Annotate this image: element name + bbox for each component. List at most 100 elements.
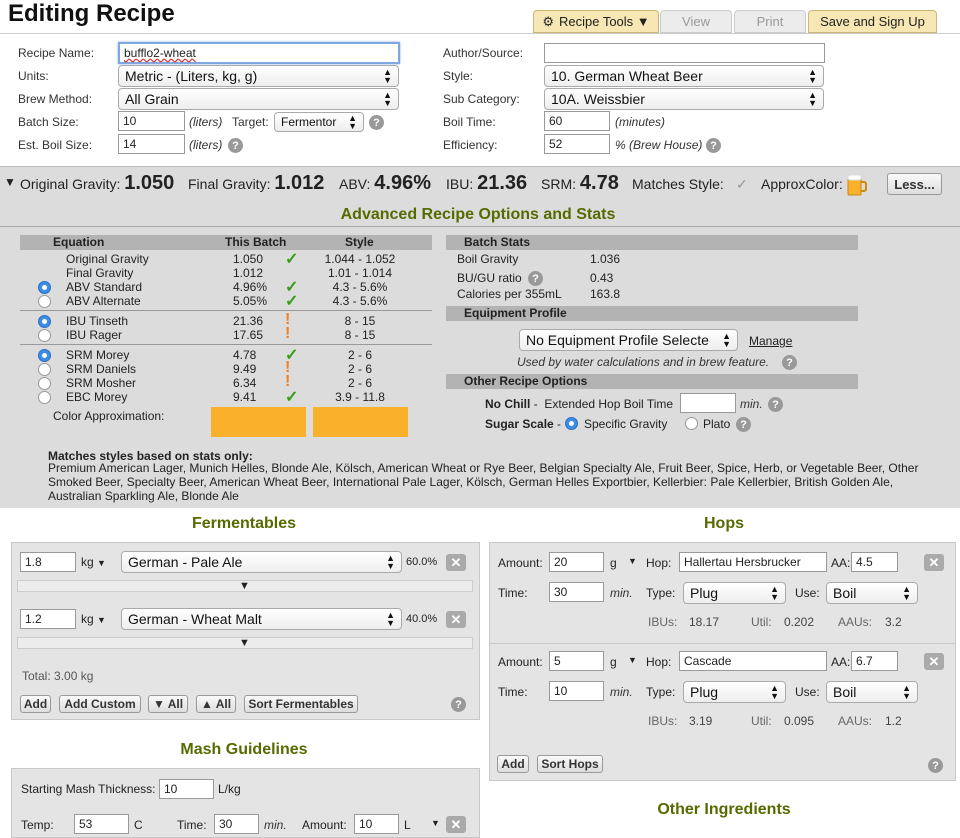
- units-select[interactable]: Metric - (Liters, kg, g) ▲ ▼: [118, 65, 399, 87]
- equation-name: ABV Standard: [66, 280, 143, 294]
- equation-radio[interactable]: [38, 329, 51, 342]
- no-chill-input[interactable]: [680, 393, 736, 413]
- collapse-all-button[interactable]: ▼ All: [148, 695, 188, 713]
- equation-style-range: 4.3 - 5.6%: [332, 294, 388, 308]
- sort-hops-button[interactable]: Sort Hops: [537, 755, 603, 773]
- hop-use-select[interactable]: Boil ▲ ▼: [826, 681, 918, 703]
- hop-unit[interactable]: g: [610, 556, 617, 570]
- equation-radio[interactable]: [38, 391, 51, 404]
- fermentable-select[interactable]: German - Pale Ale ▲ ▼: [121, 551, 402, 573]
- plato-radio[interactable]: [685, 417, 698, 430]
- efficiency-input[interactable]: 52: [544, 134, 610, 154]
- equipment-select[interactable]: No Equipment Profile Selecte ▲ ▼: [519, 329, 738, 351]
- arrow-down-icon[interactable]: ▼: [239, 637, 250, 649]
- add-hop-button[interactable]: Add: [497, 755, 529, 773]
- sort-fermentables-button[interactable]: Sort Fermentables: [244, 695, 358, 713]
- arrow-down-icon[interactable]: ▼: [239, 580, 250, 592]
- recipe-name-input[interactable]: bufflo2-wheat: [118, 42, 400, 64]
- equation-radio[interactable]: [38, 377, 51, 390]
- plato-option-label: Plato: [703, 417, 731, 431]
- hop-name-input[interactable]: Hallertau Hersbrucker: [679, 552, 827, 572]
- boil-time-input[interactable]: 60: [544, 111, 610, 131]
- fermentable-unit[interactable]: kg ▼: [81, 555, 106, 569]
- mash-temp-input[interactable]: 53: [74, 814, 129, 834]
- view-tab[interactable]: View: [660, 10, 732, 33]
- help-icon[interactable]: ?: [736, 417, 751, 432]
- target-select[interactable]: Fermentor ▲ ▼: [274, 112, 364, 132]
- fermentable-unit[interactable]: kg ▼: [81, 612, 106, 626]
- hop-type-select[interactable]: Plug ▲ ▼: [683, 681, 786, 703]
- print-tab[interactable]: Print: [734, 10, 806, 33]
- help-icon[interactable]: ?: [228, 138, 243, 153]
- remove-fermentable-button[interactable]: ✕: [446, 554, 466, 571]
- equation-batch-value: 9.41: [233, 390, 257, 404]
- check-icon: ✓: [285, 251, 299, 268]
- help-icon[interactable]: ?: [782, 355, 797, 370]
- subcategory-select[interactable]: 10A. Weissbier ▲ ▼: [544, 88, 824, 110]
- equation-radio[interactable]: [38, 349, 51, 362]
- select-arrows-icon: ▲ ▼: [808, 67, 817, 85]
- gear-icon: ⚙: [542, 13, 554, 29]
- help-icon[interactable]: ?: [528, 271, 543, 286]
- equation-batch-value: 4.96%: [233, 280, 268, 294]
- calories-label: Calories per 355mL: [457, 287, 562, 301]
- hop-aa-input[interactable]: 6.7: [851, 651, 898, 671]
- equation-radio[interactable]: [38, 281, 51, 294]
- sg-option-label: Specific Gravity: [584, 417, 668, 431]
- manage-link[interactable]: Manage: [749, 334, 792, 348]
- add-custom-button[interactable]: Add Custom: [59, 695, 141, 713]
- remove-hop-button[interactable]: ✕: [924, 653, 944, 670]
- style-select[interactable]: 10. German Wheat Beer ▲ ▼: [544, 65, 824, 87]
- less-button[interactable]: Less...: [887, 173, 942, 195]
- approx-color-label: ApproxColor:: [761, 176, 843, 192]
- hop-type-select[interactable]: Plug ▲ ▼: [683, 582, 786, 604]
- equation-radio[interactable]: [38, 315, 51, 328]
- check-icon: ✓: [285, 389, 299, 406]
- help-icon[interactable]: ?: [706, 138, 721, 153]
- save-signup-tab[interactable]: Save and Sign Up: [808, 10, 937, 33]
- hop-use-select[interactable]: Boil ▲ ▼: [826, 582, 918, 604]
- help-icon[interactable]: ?: [369, 115, 384, 130]
- equation-style-range: 3.9 - 11.8: [335, 390, 385, 404]
- equation-radio[interactable]: [38, 363, 51, 376]
- equation-name: Final Gravity: [66, 266, 134, 280]
- remove-hop-button[interactable]: ✕: [924, 554, 944, 571]
- other-ingredients-heading: Other Ingredients: [657, 801, 791, 818]
- remove-fermentable-button[interactable]: ✕: [446, 611, 466, 628]
- hop-name-input[interactable]: Cascade: [679, 651, 827, 671]
- batch-size-input[interactable]: 10: [118, 111, 185, 131]
- chevron-down-icon[interactable]: ▼: [628, 556, 637, 566]
- boil-size-input[interactable]: 14: [118, 134, 185, 154]
- author-input[interactable]: [544, 43, 825, 63]
- hop-name-label: Hop:: [646, 556, 672, 570]
- hop-ibus-value: 3.19: [689, 714, 713, 728]
- help-icon[interactable]: ?: [768, 397, 783, 412]
- mash-time-input[interactable]: 30: [214, 814, 259, 834]
- add-fermentable-button[interactable]: Add: [20, 695, 51, 713]
- hop-time-input[interactable]: 30: [549, 582, 604, 602]
- mash-amount-input[interactable]: 10: [354, 814, 399, 834]
- style-label: Style:: [443, 69, 474, 83]
- recipe-tools-tab[interactable]: ⚙ Recipe Tools ▼: [533, 10, 659, 33]
- hop-time-input[interactable]: 10: [549, 681, 604, 701]
- mash-heading: Mash Guidelines: [180, 741, 308, 758]
- fermentable-select[interactable]: German - Wheat Malt ▲ ▼: [121, 608, 402, 630]
- remove-mash-step-button[interactable]: ✕: [446, 816, 466, 833]
- help-icon[interactable]: ?: [928, 758, 943, 773]
- chevron-down-icon[interactable]: ▼: [628, 655, 637, 665]
- sg-radio[interactable]: [565, 417, 578, 430]
- collapse-triangle-icon[interactable]: ▼: [4, 175, 16, 189]
- hop-unit[interactable]: g: [610, 655, 617, 669]
- help-icon[interactable]: ?: [451, 697, 466, 712]
- boil-size-unit: (liters): [189, 138, 223, 152]
- hop-amount-input[interactable]: 5: [549, 651, 604, 671]
- mash-thickness-input[interactable]: 10: [159, 779, 214, 799]
- hop-amount-input[interactable]: 20: [549, 552, 604, 572]
- brew-method-select[interactable]: All Grain ▲ ▼: [118, 88, 399, 110]
- fermentable-amount-input[interactable]: 1.2: [20, 609, 76, 629]
- hop-aa-input[interactable]: 4.5: [851, 552, 898, 572]
- fermentable-amount-input[interactable]: 1.8: [20, 552, 76, 572]
- expand-all-button[interactable]: ▲ All: [196, 695, 236, 713]
- color-swatch-style: [313, 407, 408, 437]
- equation-radio[interactable]: [38, 295, 51, 308]
